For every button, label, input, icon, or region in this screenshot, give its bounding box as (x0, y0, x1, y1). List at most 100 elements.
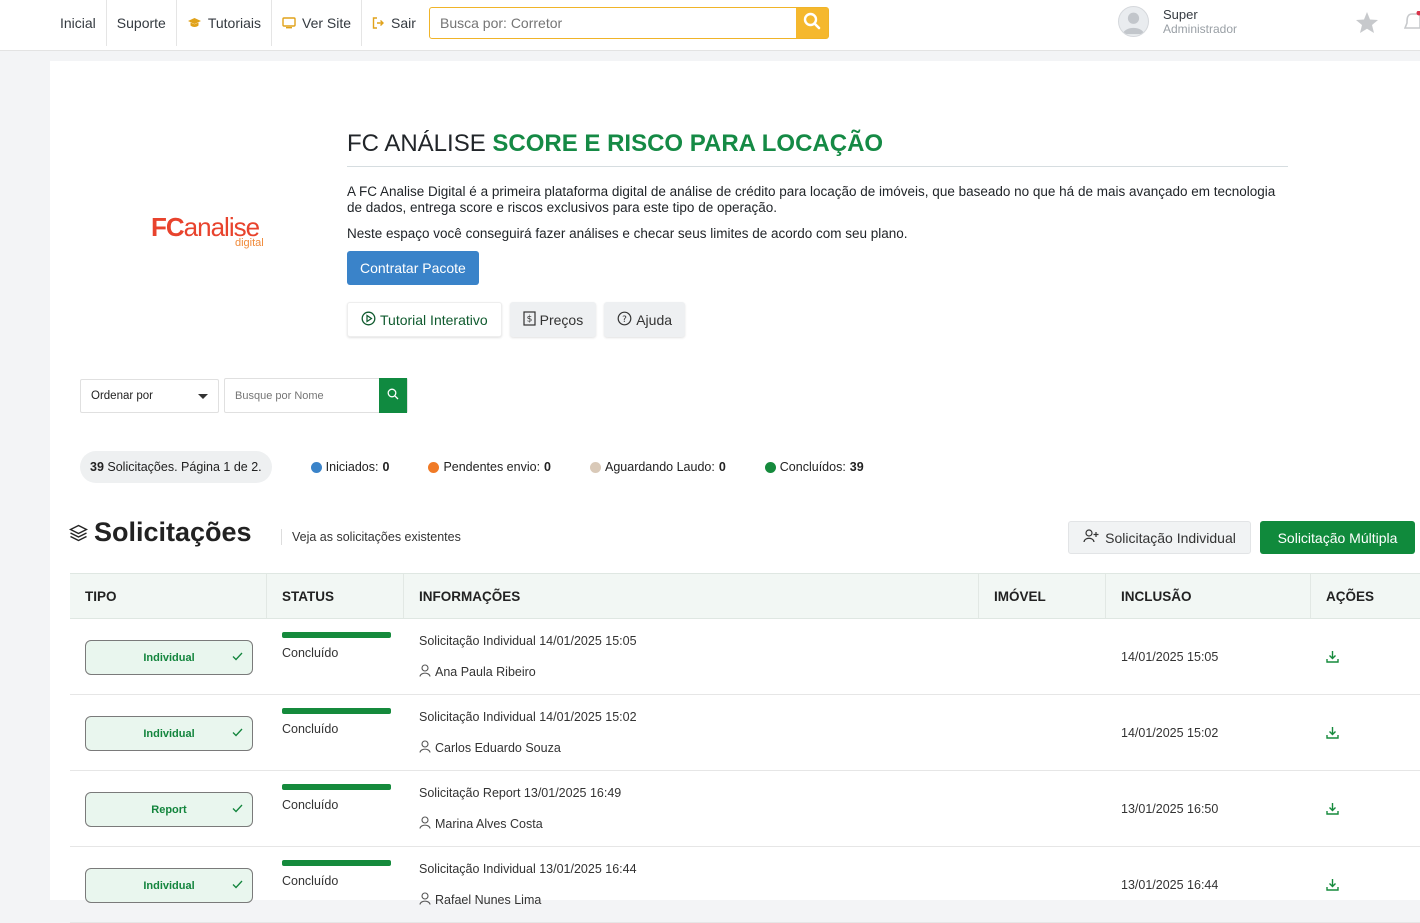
requests-table: TIPO STATUS INFORMAÇÕES IMÓVEL INCLUSÃO … (70, 573, 1420, 923)
tipo-cell: Individual (70, 847, 267, 922)
main-card: FCanalise digital FC ANÁLISE SCORE E RIS… (50, 61, 1420, 900)
stat-label: Concluídos: (780, 460, 846, 474)
stat-pendentes: Pendentes envio: 0 (428, 460, 551, 474)
status-dot (590, 462, 601, 473)
status-cell: Concluído (267, 695, 404, 770)
stat-value: 39 (850, 460, 864, 474)
download-icon[interactable] (1326, 650, 1339, 668)
col-status[interactable]: STATUS (267, 574, 404, 618)
download-icon[interactable] (1326, 802, 1339, 820)
user-menu[interactable]: Super Administrador (1118, 6, 1237, 37)
user-add-icon (1083, 529, 1099, 546)
nav-tutoriais[interactable]: Tutoriais (177, 0, 272, 46)
tipo-cell: Individual (70, 619, 267, 694)
stat-iniciados: Iniciados: 0 (311, 460, 390, 474)
help-button[interactable]: ? Ajuda (604, 302, 685, 337)
request-count-number: 39 (90, 460, 104, 474)
download-icon[interactable] (1326, 878, 1339, 896)
nav-sair[interactable]: Sair (362, 0, 426, 46)
col-informacoes[interactable]: INFORMAÇÕES (404, 574, 979, 618)
section-title: Solicitações (94, 517, 252, 548)
type-badge: Report (85, 792, 253, 827)
progress-bar (282, 708, 391, 714)
title-plain: FC ANÁLISE (347, 130, 486, 157)
title-accent: SCORE E RISCO PARA LOCAÇÃO (492, 130, 883, 157)
play-circle-icon (361, 311, 376, 329)
individual-request-button[interactable]: Solicitação Individual (1068, 521, 1251, 554)
graduation-cap-icon (187, 17, 202, 29)
col-imovel[interactable]: IMÓVEL (979, 574, 1106, 618)
multiple-request-button[interactable]: Solicitação Múltipla (1260, 521, 1415, 554)
top-bar: Inicial Suporte Tutoriais Ver Site Sair (0, 0, 1420, 51)
type-label: Report (151, 804, 186, 816)
user-icon (419, 892, 431, 908)
nav-suporte[interactable]: Suporte (107, 0, 177, 46)
check-icon (232, 652, 243, 664)
status-cell: Concluído (267, 619, 404, 694)
imovel-cell (979, 847, 1106, 922)
search-icon (387, 387, 399, 405)
col-tipo[interactable]: TIPO (70, 574, 267, 618)
download-icon[interactable] (1326, 726, 1339, 744)
info-person: Carlos Eduardo Souza (419, 740, 561, 756)
user-icon (419, 816, 431, 832)
person-name: Ana Paula Ribeiro (435, 665, 536, 679)
user-name: Super (1163, 7, 1237, 22)
top-nav: Inicial Suporte Tutoriais Ver Site Sair (50, 0, 426, 46)
status-text: Concluído (282, 722, 338, 736)
intro-paragraph: A FC Analise Digital é a primeira plataf… (347, 184, 1288, 216)
logo-fc: FC (151, 212, 184, 242)
progress-bar (282, 860, 391, 866)
table-row[interactable]: Individual Concluído Solicitação Individ… (70, 619, 1420, 695)
table-row[interactable]: Individual Concluído Solicitação Individ… (70, 847, 1420, 923)
stat-value: 0 (544, 460, 551, 474)
name-search-button[interactable] (379, 378, 407, 413)
help-pills: Tutorial Interativo $ Preços ? Ajuda (347, 302, 1288, 337)
nav-ver-site[interactable]: Ver Site (272, 0, 362, 46)
individual-request-label: Solicitação Individual (1105, 530, 1236, 546)
section-subtitle: Veja as solicitações existentes (292, 530, 461, 544)
person-name: Rafael Nunes Lima (435, 893, 541, 907)
page-title: FC ANÁLISE SCORE E RISCO PARA LOCAÇÃO (347, 129, 1288, 167)
star-icon[interactable] (1355, 11, 1379, 39)
stat-label: Aguardando Laudo: (605, 460, 715, 474)
global-search-input[interactable] (430, 8, 796, 38)
tipo-cell: Report (70, 771, 267, 846)
type-label: Individual (143, 880, 194, 892)
type-label: Individual (143, 728, 194, 740)
global-search-button[interactable] (796, 8, 828, 38)
global-search (429, 7, 829, 39)
bell-icon[interactable] (1404, 11, 1420, 40)
sort-label: Ordenar por (91, 390, 153, 402)
status-text: Concluído (282, 646, 338, 660)
table-row[interactable]: Individual Concluído Solicitação Individ… (70, 695, 1420, 771)
type-label: Individual (143, 652, 194, 664)
plan-paragraph: Neste espaço você conseguirá fazer análi… (347, 226, 1288, 242)
fc-analise-logo: FCanalise digital (151, 212, 259, 243)
info-person: Ana Paula Ribeiro (419, 664, 536, 680)
contract-package-button[interactable]: Contratar Pacote (347, 251, 479, 285)
nav-suporte-label: Suporte (117, 15, 166, 31)
inclusion-date: 13/01/2025 16:50 (1121, 802, 1218, 816)
imovel-cell (979, 771, 1106, 846)
info-title: Solicitação Individual 14/01/2025 15:02 (419, 710, 637, 724)
name-search (224, 378, 408, 413)
stat-value: 0 (382, 460, 389, 474)
prices-button[interactable]: $ Preços (510, 302, 597, 337)
table-header: TIPO STATUS INFORMAÇÕES IMÓVEL INCLUSÃO … (70, 573, 1420, 619)
imovel-cell (979, 619, 1106, 694)
stat-concluidos: Concluídos: 39 (765, 460, 864, 474)
tutorial-button[interactable]: Tutorial Interativo (347, 302, 502, 337)
person-name: Marina Alves Costa (435, 817, 543, 831)
nav-inicial[interactable]: Inicial (50, 0, 107, 46)
name-search-input[interactable] (225, 379, 379, 412)
inclusion-date: 14/01/2025 15:05 (1121, 650, 1218, 664)
col-inclusao[interactable]: INCLUSÃO (1106, 574, 1311, 618)
status-dot (428, 462, 439, 473)
imovel-cell (979, 695, 1106, 770)
request-count: 39 Solicitações. Página 1 de 2. (80, 451, 272, 483)
sort-select[interactable]: Ordenar por (80, 379, 219, 413)
table-row[interactable]: Report Concluído Solicitação Report 13/0… (70, 771, 1420, 847)
hero: FC ANÁLISE SCORE E RISCO PARA LOCAÇÃO A … (347, 129, 1288, 337)
actions-cell (1311, 847, 1420, 922)
